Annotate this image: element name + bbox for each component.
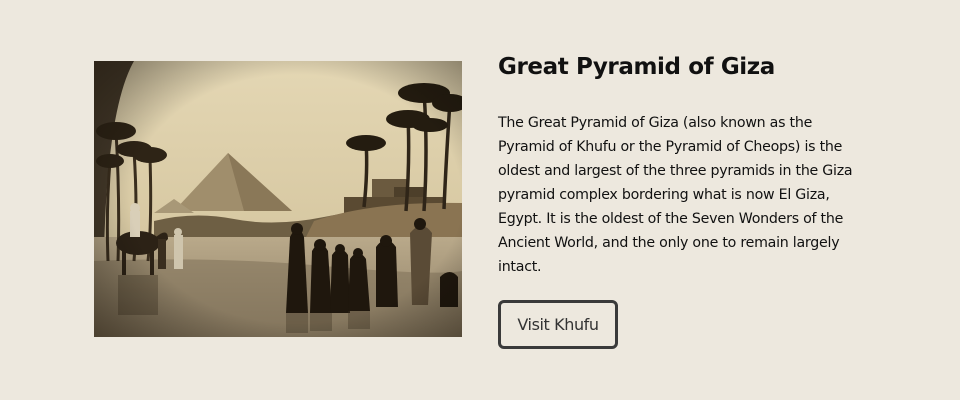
card-description: The Great Pyramid of Giza (also known as… <box>498 115 853 275</box>
card-content: Great Pyramid of Giza The Great Pyramid … <box>498 50 878 279</box>
pyramid-photo-illustration <box>94 61 462 337</box>
page-title: Great Pyramid of Giza <box>498 54 775 80</box>
visit-khufu-button[interactable]: Visit Khufu <box>498 300 618 349</box>
pyramid-photo <box>94 61 462 337</box>
